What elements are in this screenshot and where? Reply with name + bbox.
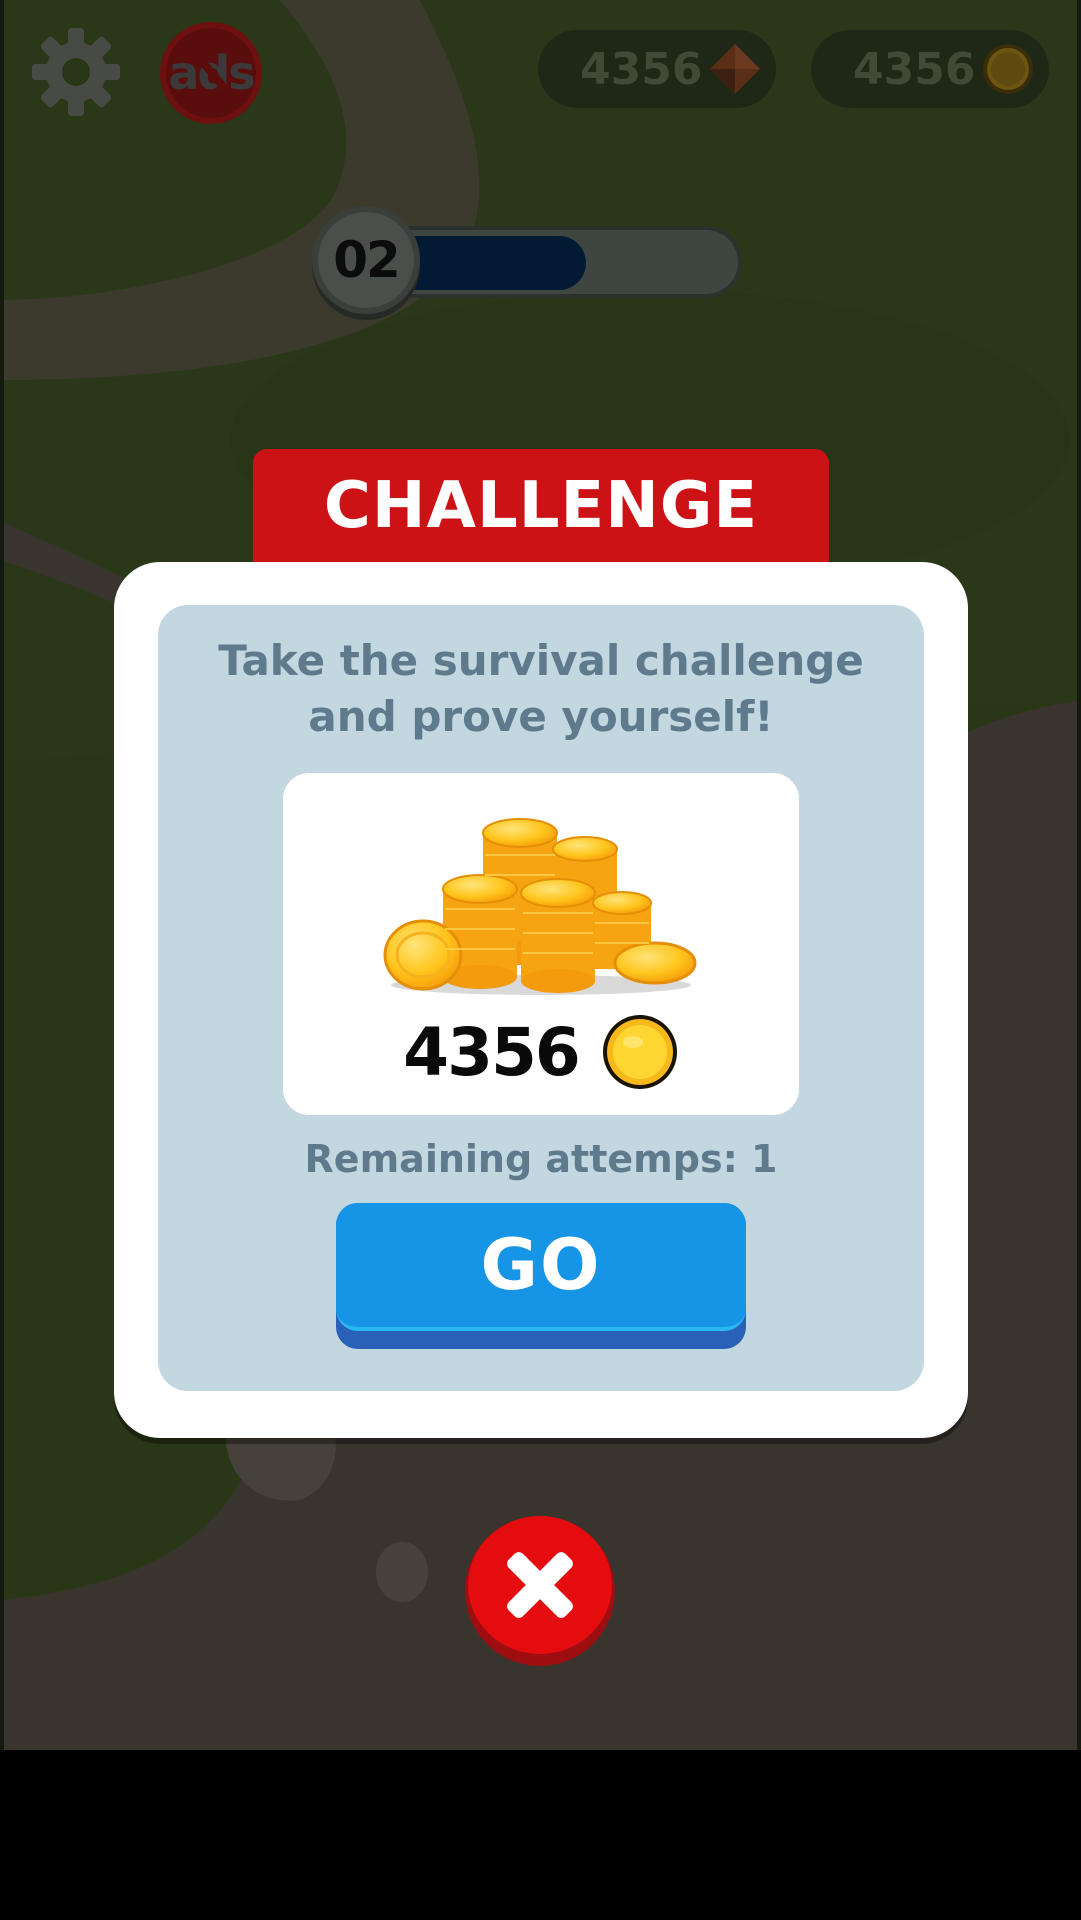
go-button[interactable]: GO [336,1203,746,1349]
reward-amount: 4356 [403,1013,581,1091]
challenge-description: Take the survival challenge and prove yo… [158,633,924,745]
remaining-attempts: Remaining attemps: 1 [304,1137,778,1181]
go-button-face: GO [336,1203,746,1331]
modal-title: CHALLENGE [323,469,759,543]
gear-icon [32,28,120,116]
coin-pile-icon [383,818,697,995]
gem-count: 4356 [580,43,703,95]
coin-counter: 4356 [811,30,1049,108]
challenge-modal: Take the survival challenge and prove yo… [114,562,968,1438]
description-line-1: Take the survival challenge [218,636,864,685]
close-icon [507,1552,573,1618]
coin-icon [983,44,1033,94]
go-button-label: GO [480,1224,602,1306]
remove-ads-button[interactable]: ads [160,22,262,124]
modal-content-panel: Take the survival challenge and prove yo… [158,605,924,1391]
gem-counter: 4356 [538,30,776,108]
level-badge: 02 [312,206,420,314]
challenge-ribbon: CHALLENGE [253,449,829,571]
level-number: 02 [333,231,401,289]
close-button-face [468,1516,612,1654]
reward-amount-row: 4356 [283,1013,799,1091]
close-button[interactable] [465,1516,615,1666]
settings-button[interactable] [28,24,124,120]
gem-icon [710,44,760,94]
coin-count: 4356 [853,43,976,95]
description-line-2: and prove yourself! [308,692,774,741]
reward-card: 4356 [283,773,799,1115]
game-screen: ads 4356 4356 02 CHALLENGE Take the surv… [0,0,1081,1750]
coin-icon [602,1015,677,1089]
